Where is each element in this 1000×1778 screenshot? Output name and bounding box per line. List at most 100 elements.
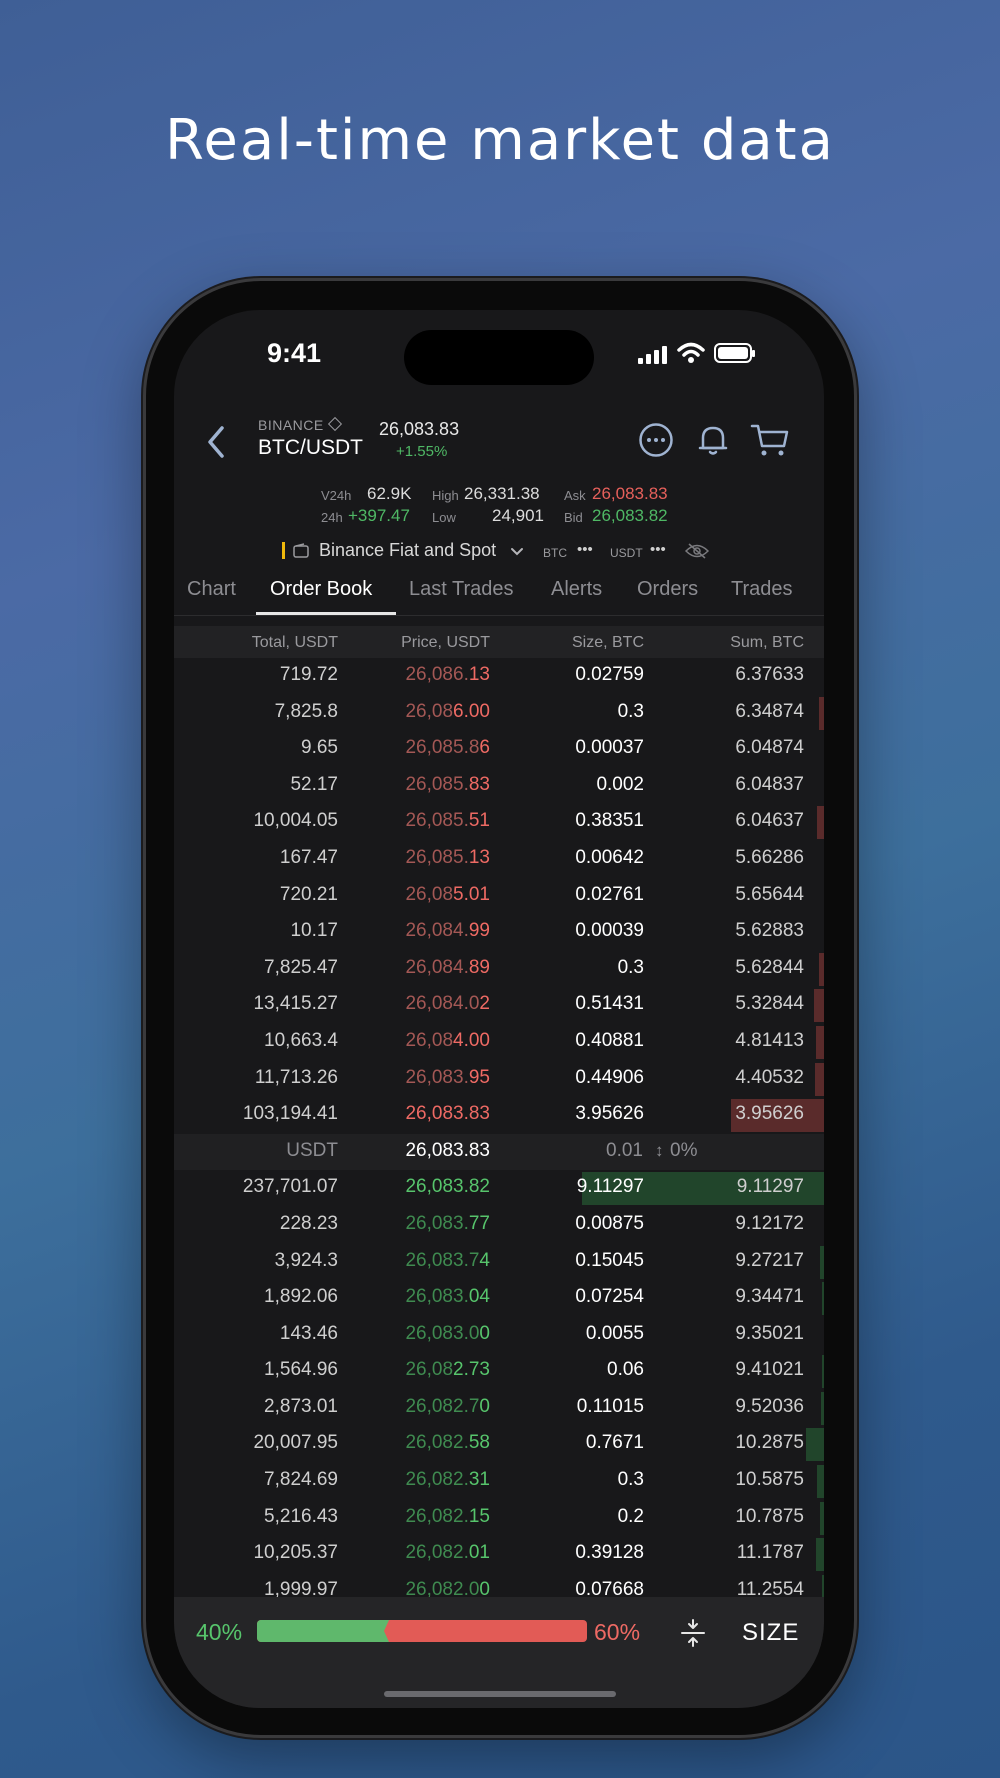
bid-total: 2,873.01 — [264, 1395, 338, 1417]
bid-row[interactable]: 2,873.01 26,082.70 0.11015 9.52036 — [174, 1390, 824, 1427]
back-chevron-icon[interactable] — [202, 420, 232, 464]
bid-price-suffix: 77 — [468, 1212, 490, 1234]
ask-size: 0.44906 — [575, 1066, 644, 1088]
column-sum[interactable]: Sum, BTC — [644, 634, 804, 652]
bell-icon[interactable] — [695, 422, 731, 458]
bid-price: 26,082.01 — [338, 1542, 490, 1564]
bid-size: 0.06 — [607, 1359, 644, 1381]
mid-price: 26,083.83 — [405, 1139, 490, 1161]
ask-row[interactable]: 719.72 26,086.13 0.02759 6.37633 — [174, 658, 824, 695]
tab-last-trades[interactable]: Last Trades — [409, 578, 514, 601]
bid-row[interactable]: 3,924.3 26,083.74 0.15045 9.27217 — [174, 1244, 824, 1281]
bid-price-prefix: 26,082. — [405, 1469, 469, 1491]
bid-sum: 9.11297 — [736, 1176, 804, 1198]
tab-alerts[interactable]: Alerts — [551, 578, 602, 601]
ask-price-prefix: 26,08 — [405, 1029, 454, 1051]
ask-price-suffix: 95 — [468, 1066, 490, 1088]
ask-row[interactable]: 167.47 26,085.13 0.00642 5.66286 — [174, 841, 824, 878]
ask-size: 0.40881 — [575, 1029, 644, 1051]
bid-row[interactable]: 7,824.69 26,082.31 0.3 10.5875 — [174, 1463, 824, 1500]
column-total[interactable]: Total, USDT — [174, 634, 338, 652]
tab-orders[interactable]: Orders — [637, 578, 698, 601]
bid-total: 1,892.06 — [264, 1286, 338, 1308]
bid-price-suffix: 31 — [468, 1469, 490, 1491]
bid-price-prefix: 26,082. — [405, 1542, 469, 1564]
chevron-down-icon[interactable] — [510, 547, 524, 557]
ask-row[interactable]: 11,713.26 26,083.95 0.44906 4.40532 — [174, 1061, 824, 1098]
bid-row[interactable]: 10,205.37 26,082.01 0.39128 11.1787 — [174, 1536, 824, 1573]
ask-total: 10,004.05 — [253, 810, 338, 832]
compress-icon[interactable] — [680, 1619, 706, 1647]
column-size[interactable]: Size, BTC — [490, 634, 644, 652]
low-label: Low — [432, 510, 456, 525]
bid-size: 0.0055 — [585, 1322, 644, 1344]
ask-price: 26,086.13 — [338, 664, 490, 686]
ask-row[interactable]: 103,194.41 26,083.83 3.95626 3.95626 — [174, 1097, 824, 1134]
ask-row[interactable]: 9.65 26,085.86 0.00037 6.04874 — [174, 731, 824, 768]
bid-rows: 237,701.07 26,083.82 9.11297 9.11297 228.23 2… — [174, 1170, 824, 1609]
spread-row: USDT 26,083.83 0.01 ↕ 0% — [174, 1133, 824, 1171]
bid-row[interactable]: 228.23 26,083.77 0.00875 9.12172 — [174, 1207, 824, 1244]
eye-slash-icon[interactable] — [685, 543, 709, 559]
bid-size: 9.11297 — [576, 1176, 644, 1198]
ask-price: 26,085.51 — [338, 810, 490, 832]
ask-sum: 5.62883 — [735, 920, 804, 942]
ask-size: 0.00039 — [575, 920, 644, 942]
bid-price-prefix: 26,082. — [405, 1505, 469, 1527]
tab-trades[interactable]: Trades — [731, 578, 793, 601]
more-options-icon[interactable] — [638, 422, 674, 458]
pair-title[interactable]: BTC/USDT — [258, 436, 363, 460]
tab-divider — [174, 615, 824, 616]
column-price[interactable]: Price, USDT — [338, 634, 490, 652]
bid-row[interactable]: 20,007.95 26,082.58 0.7671 10.2875 — [174, 1426, 824, 1463]
bid-price-prefix: 26,083. — [405, 1212, 469, 1234]
bid-price: 26,082.58 — [338, 1432, 490, 1454]
exchange-label: BINANCE — [258, 416, 342, 433]
high-label: High — [432, 488, 459, 503]
bid-row[interactable]: 1,564.96 26,082.73 0.06 9.41021 — [174, 1353, 824, 1390]
bid-sum: 9.41021 — [735, 1359, 804, 1381]
ask-price-suffix: 83 — [468, 773, 490, 795]
ask-row[interactable]: 10.17 26,084.99 0.00039 5.62883 — [174, 914, 824, 951]
ask-row[interactable]: 52.17 26,085.83 0.002 6.04837 — [174, 768, 824, 805]
wallet-icon — [293, 543, 309, 558]
bid-row[interactable]: 1,892.06 26,083.04 0.07254 9.34471 — [174, 1280, 824, 1317]
ask-row[interactable]: 7,825.47 26,084.89 0.3 5.62844 — [174, 951, 824, 988]
ask-row[interactable]: 720.21 26,085.01 0.02761 5.65644 — [174, 878, 824, 915]
bid-price-prefix: 26,082. — [405, 1432, 469, 1454]
ask-size: 0.38351 — [575, 810, 644, 832]
headline: Real-time market data — [165, 108, 835, 173]
bid-total: 228.23 — [279, 1212, 338, 1234]
spread-percent: 0% — [670, 1139, 698, 1161]
ask-row[interactable]: 7,825.8 26,086.00 0.3 6.34874 — [174, 695, 824, 732]
cart-icon[interactable] — [750, 422, 790, 458]
status-bar: 9:41 — [174, 310, 824, 390]
home-indicator[interactable] — [384, 1691, 616, 1697]
v24h-value: 62.9K — [367, 484, 412, 503]
tab-order-book[interactable]: Order Book — [270, 578, 372, 601]
bid-price-suffix: 0 — [479, 1395, 490, 1417]
ask-size: 0.02761 — [575, 883, 644, 905]
bid-row[interactable]: 237,701.07 26,083.82 9.11297 9.11297 — [174, 1170, 824, 1207]
ask-size: 0.002 — [596, 773, 644, 795]
bid-size: 0.00875 — [575, 1212, 644, 1234]
bid-sum: 9.27217 — [735, 1249, 804, 1271]
bid-total: 143.46 — [279, 1322, 338, 1344]
size-toggle-button[interactable]: SIZE — [742, 1619, 799, 1647]
bid-row[interactable]: 5,216.43 26,082.15 0.2 10.7875 — [174, 1500, 824, 1537]
ask-price-prefix: 26,084.0 — [405, 993, 480, 1015]
bid-row[interactable]: 143.46 26,083.00 0.0055 9.35021 — [174, 1317, 824, 1354]
bid-size: 0.11015 — [576, 1395, 644, 1417]
ask-row[interactable]: 10,004.05 26,085.51 0.38351 6.04637 — [174, 804, 824, 841]
bid-sum: 10.5875 — [735, 1469, 804, 1491]
ask-price-suffix: 4.00 — [453, 1029, 490, 1051]
cellular-signal-icon — [638, 346, 667, 364]
market-selector[interactable]: Binance Fiat and Spot — [319, 540, 496, 561]
bid-total: 10,205.37 — [253, 1542, 338, 1564]
ask-total: 720.21 — [279, 883, 338, 905]
ask-rows: 719.72 26,086.13 0.02759 6.37633 7,825.8 26,0… — [174, 658, 824, 1134]
ask-row[interactable]: 13,415.27 26,084.02 0.51431 5.32844 — [174, 987, 824, 1024]
ask-row[interactable]: 10,663.4 26,084.00 0.40881 4.81413 — [174, 1024, 824, 1061]
tab-chart[interactable]: Chart — [187, 578, 236, 601]
ask-price-prefix: 26,085. — [405, 773, 469, 795]
